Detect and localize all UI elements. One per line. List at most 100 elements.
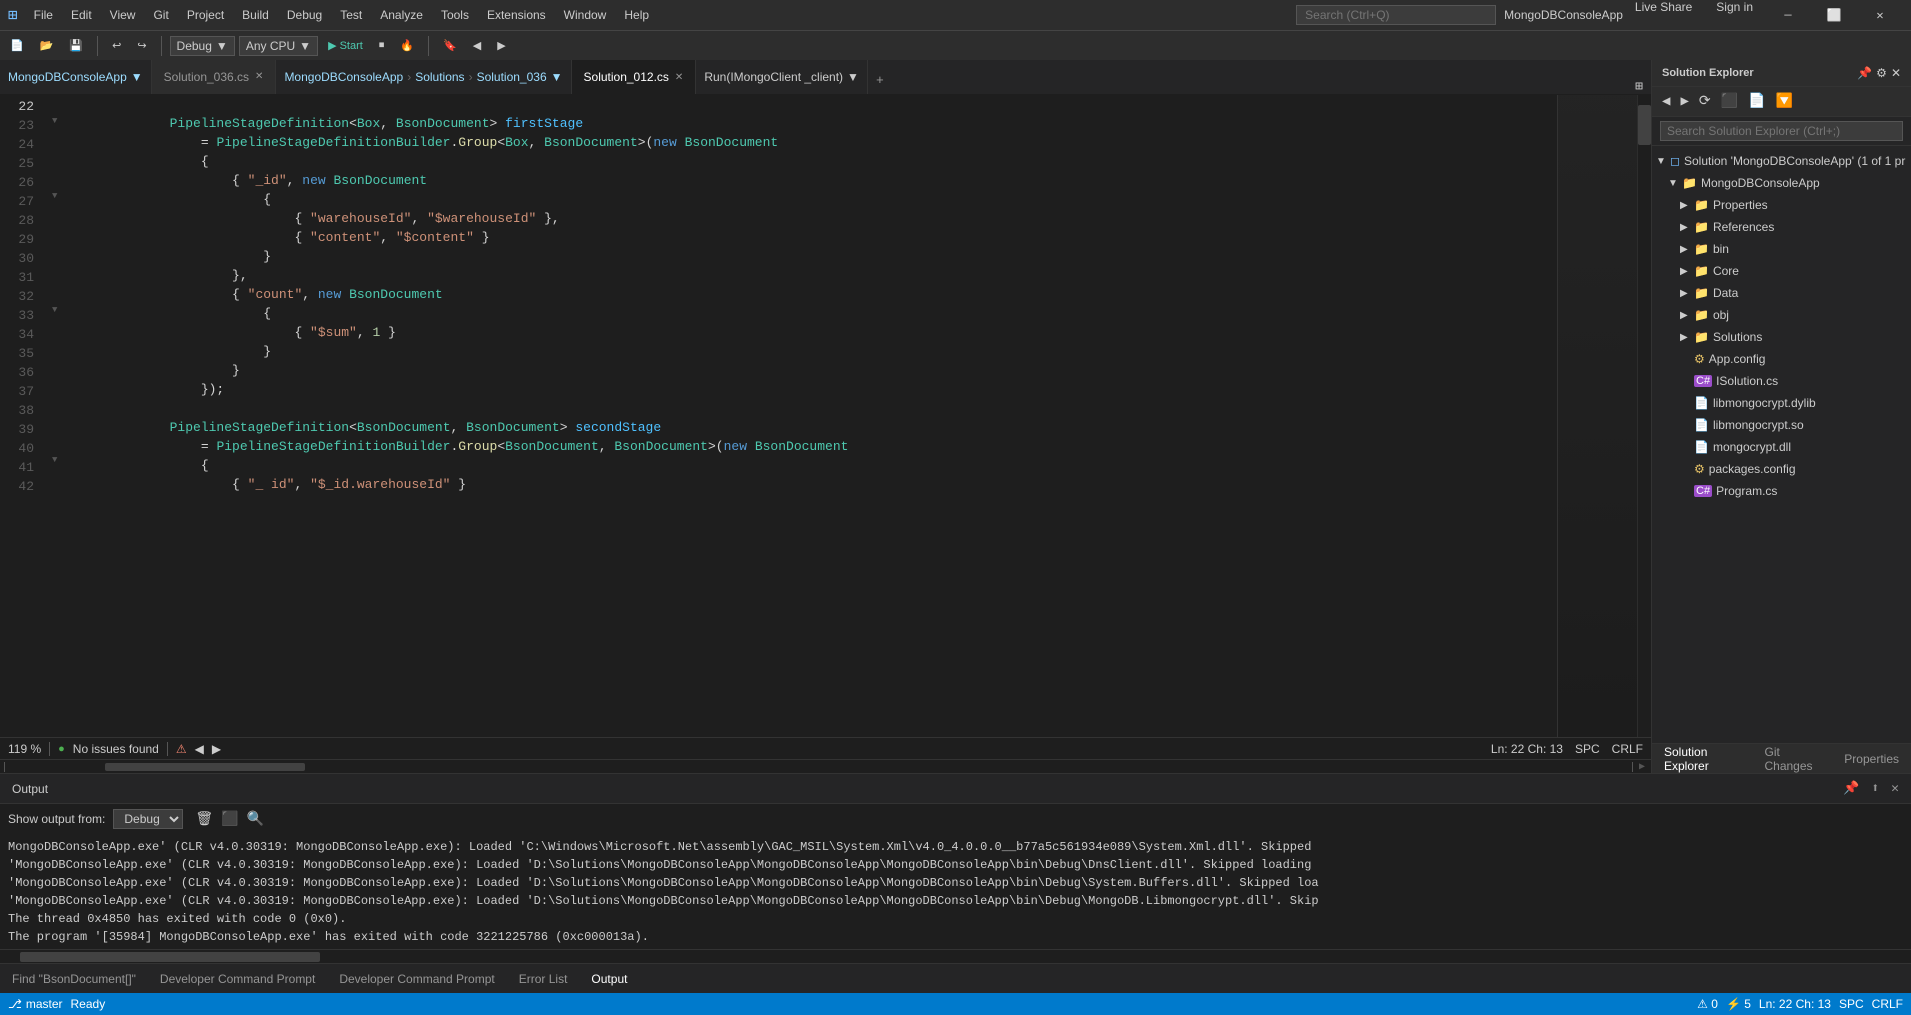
menu-help[interactable]: Help [616,6,657,24]
find-btn[interactable]: 🔍 [247,811,264,828]
search-input[interactable] [1296,5,1496,25]
bookmark-button[interactable]: 🔖 [437,37,463,54]
output-pin-btn[interactable]: 📌 [1839,779,1863,798]
tab-dev-prompt-2[interactable]: Developer Command Prompt [327,964,506,994]
vertical-scrollbar[interactable] [1637,95,1651,737]
git-branch[interactable]: ⎇ master [8,997,63,1011]
menu-extensions[interactable]: Extensions [479,6,554,24]
se-tab-git-changes[interactable]: Git Changes [1752,744,1832,774]
menu-project[interactable]: Project [179,6,232,24]
wrap-btn[interactable]: ⬛ [221,811,238,828]
sign-in-button[interactable]: Sign in [1704,0,1765,30]
se-tab-solution-explorer[interactable]: Solution Explorer [1652,744,1752,774]
se-item-obj[interactable]: ▶ 📁 obj [1652,304,1911,326]
menu-tools[interactable]: Tools [433,6,477,24]
fold-24[interactable]: ▼ [52,116,57,126]
menu-edit[interactable]: Edit [63,6,100,24]
clear-btn[interactable]: 🗑 [195,811,213,828]
tab-solution-036[interactable]: Solution_036.cs ✕ [152,60,277,94]
stop-button[interactable]: ⏹ [373,37,391,54]
h-scroll-thumb[interactable] [105,763,305,771]
se-item-bin[interactable]: ▶ 📁 bin [1652,238,1911,260]
menu-test[interactable]: Test [332,6,370,24]
nav-prev-button[interactable]: ◀ [467,37,487,54]
open-button[interactable]: 📂 [34,37,60,54]
run-method-dropdown[interactable]: Run(IMongoClient _client) ▼ [696,60,868,94]
output-close-btn[interactable]: ✕ [1887,779,1903,798]
code-content[interactable]: PipelineStageDefinition<Box, BsonDocumen… [68,95,1557,737]
new-button[interactable]: 📄 [4,37,30,54]
se-new-file-btn[interactable]: 📄 [1744,91,1769,112]
scroll-right-btn[interactable]: ▶ [1633,761,1651,773]
output-source-select[interactable]: Debug [113,809,183,829]
save-button[interactable]: 💾 [63,37,89,54]
se-filter-btn[interactable]: 🔽 [1771,91,1796,112]
se-settings-button[interactable]: ⚙ [1876,66,1887,80]
menu-analyze[interactable]: Analyze [372,6,431,24]
menu-file[interactable]: File [26,6,61,24]
tab-solution-012[interactable]: Solution_012.cs ✕ [572,60,697,94]
output-expand-btn[interactable]: ⬆ [1867,779,1883,798]
zoom-level[interactable]: 119 % [8,742,41,756]
se-pin-button[interactable]: 📌 [1857,66,1872,80]
se-item-libso[interactable]: 📄 libmongocrypt.so [1652,414,1911,436]
fold-32[interactable]: ▼ [52,305,57,315]
fold-26[interactable]: ▼ [52,191,57,201]
debug-dropdown[interactable]: Debug ▼ [170,36,235,56]
add-tab-button[interactable]: + [868,67,892,94]
se-tab-properties[interactable]: Properties [1832,744,1911,774]
tab-output[interactable]: Output [579,964,639,994]
se-item-packages[interactable]: ⚙ packages.config [1652,458,1911,480]
menu-view[interactable]: View [102,6,144,24]
error-nav-prev[interactable]: ◀ [195,742,204,756]
menu-build[interactable]: Build [234,6,277,24]
se-item-program[interactable]: C# Program.cs [1652,480,1911,502]
cpu-dropdown[interactable]: Any CPU ▼ [239,36,318,56]
output-h-scrollbar[interactable] [0,949,1911,963]
tab-error-list[interactable]: Error List [507,964,580,994]
se-item-libdylib[interactable]: 📄 libmongocrypt.dylib [1652,392,1911,414]
close-button[interactable]: ✕ [1857,0,1903,30]
scroll-thumb[interactable] [1638,105,1651,145]
menu-window[interactable]: Window [556,6,615,24]
split-editor-button[interactable]: ⊞ [1627,79,1651,94]
menu-git[interactable]: Git [145,6,176,24]
se-item-references[interactable]: ▶ 📁 References [1652,216,1911,238]
error-nav-next[interactable]: ▶ [212,742,221,756]
menu-debug[interactable]: Debug [279,6,330,24]
live-share-button[interactable]: Live Share [1623,0,1704,30]
redo-button[interactable]: ↪ [131,37,152,54]
se-search-input[interactable] [1660,121,1903,141]
file-dropdown[interactable]: MongoDBConsoleApp ▼ [0,60,152,94]
se-item-project[interactable]: ▼ 📁 MongoDBConsoleApp [1652,172,1911,194]
horizontal-scrollbar[interactable]: ▶ [0,759,1651,773]
tab-close-solution-012[interactable]: ✕ [675,72,683,83]
se-item-solution[interactable]: ▼ ◻ Solution 'MongoDBConsoleApp' (1 of 1… [1652,150,1911,172]
se-close-button[interactable]: ✕ [1891,66,1901,80]
se-item-isolution[interactable]: C# ISolution.cs [1652,370,1911,392]
fold-39[interactable]: ▼ [52,455,57,465]
se-collapse-btn[interactable]: ⬛ [1717,91,1742,112]
tab-dev-prompt-1[interactable]: Developer Command Prompt [148,964,327,994]
attach-button[interactable]: 🔥 [394,37,420,54]
se-refresh-btn[interactable]: ⟳ [1695,91,1715,112]
se-item-core[interactable]: ▶ 📁 Core [1652,260,1911,282]
se-item-solutions[interactable]: ▶ 📁 Solutions [1652,326,1911,348]
output-h-thumb[interactable] [20,952,320,962]
se-item-data[interactable]: ▶ 📁 Data [1652,282,1911,304]
tab-close-solution-036[interactable]: ✕ [255,71,263,82]
undo-button[interactable]: ↩ [106,37,127,54]
nav-next-button[interactable]: ▶ [491,37,511,54]
tab-find-bsondoc[interactable]: Find "BsonDocument[]" [0,964,148,994]
minimize-button[interactable]: — [1765,0,1811,30]
se-item-mongocrypt[interactable]: 📄 mongocrypt.dll [1652,436,1911,458]
se-forward-btn[interactable]: ▶ [1676,91,1692,112]
se-back-btn[interactable]: ◀ [1658,91,1674,112]
output-content[interactable]: MongoDBConsoleApp.exe' (CLR v4.0.30319: … [0,834,1911,949]
h-scroll-track[interactable] [5,762,1632,772]
maximize-button[interactable]: ⬜ [1811,0,1857,30]
method-dropdown[interactable]: MongoDBConsoleApp › Solutions › Solution… [276,60,571,94]
se-item-appconfig[interactable]: ⚙ App.config [1652,348,1911,370]
start-button[interactable]: ▶ Start [322,37,369,54]
se-item-properties[interactable]: ▶ 📁 Properties [1652,194,1911,216]
